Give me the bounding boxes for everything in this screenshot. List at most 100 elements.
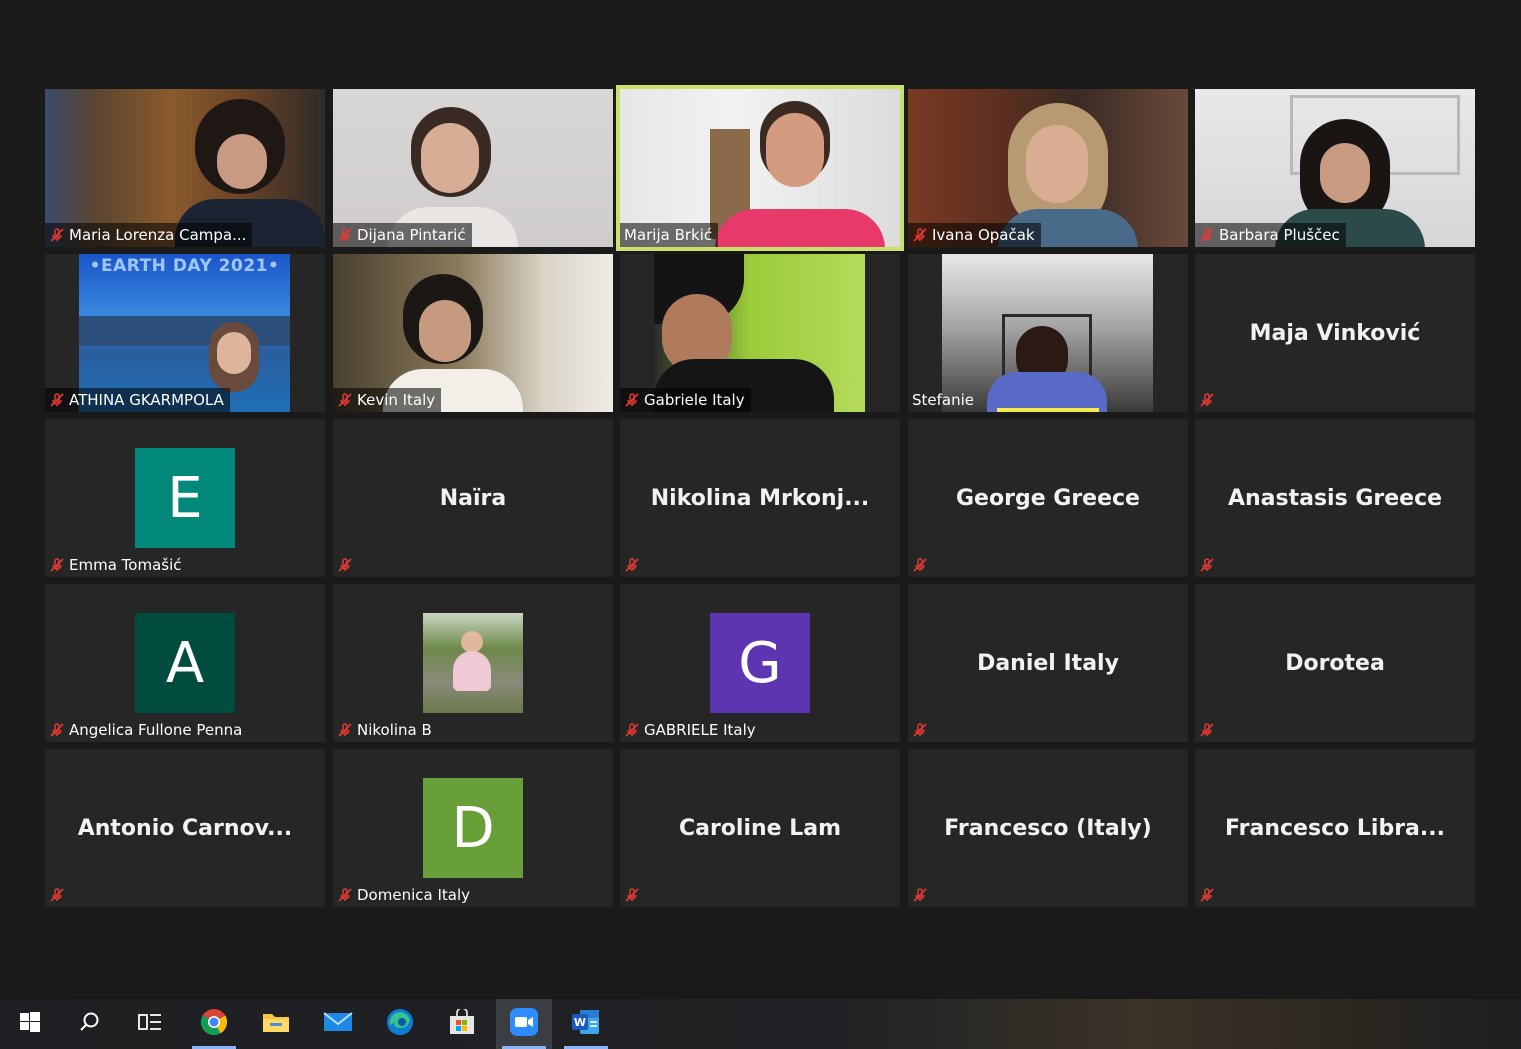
mic-muted-icon xyxy=(912,227,928,243)
mail-icon xyxy=(323,1011,353,1037)
participant-tile[interactable]: Anastasis Greece xyxy=(1195,419,1475,577)
participant-tile[interactable]: D Domenica Italy xyxy=(333,749,613,907)
participant-name-label: Dijana Pintarić xyxy=(333,223,472,247)
participant-name-label: ATHINA GKARMPOLA xyxy=(45,388,230,412)
mic-muted-icon xyxy=(337,557,353,573)
participant-display-name: Nikolina Mrkonj... xyxy=(650,485,870,511)
participant-name-label xyxy=(1195,883,1221,907)
task-view-icon xyxy=(138,1012,162,1036)
mic-muted-icon xyxy=(337,392,353,408)
participant-tile[interactable]: A Angelica Fullone Penna xyxy=(45,584,325,742)
word-taskbar-button[interactable]: W xyxy=(558,999,614,1049)
video-gallery: Maria Lorenza Campa... Dijana Pintarić M… xyxy=(0,0,1521,999)
participant-tile[interactable]: Dijana Pintarić xyxy=(333,89,613,247)
participant-name-label: Gabriele Italy xyxy=(620,388,751,412)
participant-tile[interactable]: Daniel Italy xyxy=(908,584,1188,742)
participant-tile[interactable]: •EARTH DAY 2021• ATHINA GKARMPOLA xyxy=(45,254,325,412)
participant-name-label: Nikolina B xyxy=(333,718,438,742)
windows-start-button[interactable] xyxy=(2,999,58,1049)
mic-muted-icon xyxy=(1199,392,1215,408)
participant-name-label xyxy=(45,883,71,907)
participant-tile[interactable]: Ivana Opačak xyxy=(908,89,1188,247)
mic-muted-icon xyxy=(624,557,640,573)
participant-name: Kevin Italy xyxy=(357,391,436,409)
participant-display-name: Francesco (Italy) xyxy=(944,815,1152,841)
mic-muted-icon xyxy=(337,227,353,243)
participant-name: Domenica Italy xyxy=(357,886,470,904)
mic-muted-icon xyxy=(1199,887,1215,903)
participant-display-name: Caroline Lam xyxy=(678,815,842,841)
store-taskbar-button[interactable] xyxy=(434,999,490,1049)
participant-tile[interactable]: Barbara Pluščec xyxy=(1195,89,1475,247)
mic-muted-icon xyxy=(1199,227,1215,243)
participant-name-label: GABRIELE Italy xyxy=(620,718,762,742)
edge-taskbar-button[interactable] xyxy=(372,999,428,1049)
mic-muted-icon xyxy=(624,722,640,738)
participant-name-label xyxy=(908,553,934,577)
participant-tile[interactable]: E Emma Tomašić xyxy=(45,419,325,577)
mic-muted-icon xyxy=(624,887,640,903)
participant-display-name: Naïra xyxy=(439,485,507,511)
participant-name: Barbara Pluščec xyxy=(1219,226,1340,244)
avatar: G xyxy=(710,613,810,713)
avatar-photo xyxy=(423,613,523,713)
participant-name-label xyxy=(908,718,934,742)
participant-display-name: Maja Vinković xyxy=(1249,320,1421,346)
participant-tile[interactable]: Antonio Carnov... xyxy=(45,749,325,907)
word-icon: W xyxy=(572,1009,600,1039)
participant-tile[interactable]: George Greece xyxy=(908,419,1188,577)
participant-name: Stefanie xyxy=(912,391,975,409)
participant-name-label: Angelica Fullone Penna xyxy=(45,718,248,742)
participant-name-label: Emma Tomašić xyxy=(45,553,188,577)
chrome-taskbar-button[interactable] xyxy=(186,999,242,1049)
participant-name: Angelica Fullone Penna xyxy=(69,721,243,739)
participant-name-label: Stefanie xyxy=(908,388,980,412)
participant-display-name: Antonio Carnov... xyxy=(77,815,293,841)
participant-name-label: Kevin Italy xyxy=(333,388,442,412)
participant-tile[interactable]: Francesco (Italy) xyxy=(908,749,1188,907)
participant-tile[interactable]: Dorotea xyxy=(1195,584,1475,742)
participant-tile[interactable]: Maja Vinković xyxy=(1195,254,1475,412)
participant-tile[interactable]: Maria Lorenza Campa... xyxy=(45,89,325,247)
participant-tile[interactable]: Kevin Italy xyxy=(333,254,613,412)
participant-display-name: Dorotea xyxy=(1285,650,1385,676)
participant-name-label: Ivana Opačak xyxy=(908,223,1041,247)
participant-tile[interactable]: Nikolina B xyxy=(333,584,613,742)
participant-name-label xyxy=(908,883,934,907)
mic-muted-icon xyxy=(49,887,65,903)
participant-tile[interactable]: Francesco Libra... xyxy=(1195,749,1475,907)
mail-taskbar-button[interactable] xyxy=(310,999,366,1049)
participant-name-label xyxy=(1195,718,1221,742)
participant-tile[interactable]: G GABRIELE Italy xyxy=(620,584,900,742)
participant-tile[interactable]: Naïra xyxy=(333,419,613,577)
taskbar: W xyxy=(0,999,1521,1049)
avatar: E xyxy=(135,448,235,548)
participant-name-label xyxy=(620,883,646,907)
edge-icon xyxy=(386,1008,414,1040)
participant-tile[interactable]: Nikolina Mrkonj... xyxy=(620,419,900,577)
participant-tile[interactable]: Gabriele Italy xyxy=(620,254,900,412)
participant-tile-active-speaker[interactable]: Marija Brkić xyxy=(616,85,904,251)
participant-display-name: Daniel Italy xyxy=(977,650,1119,676)
participant-name: Emma Tomašić xyxy=(69,556,182,574)
zoom-taskbar-button[interactable] xyxy=(496,999,552,1049)
mic-muted-icon xyxy=(337,887,353,903)
mic-muted-icon xyxy=(912,722,928,738)
participant-tile[interactable]: Stefanie xyxy=(908,254,1188,412)
mic-muted-icon xyxy=(49,557,65,573)
mic-muted-icon xyxy=(337,722,353,738)
participant-name-label: Marija Brkić xyxy=(620,223,719,247)
speaking-indicator xyxy=(997,408,1099,412)
search-button[interactable] xyxy=(62,999,118,1049)
mic-muted-icon xyxy=(624,392,640,408)
task-view-button[interactable] xyxy=(122,999,178,1049)
participant-tile[interactable]: Caroline Lam xyxy=(620,749,900,907)
participant-name-label: Domenica Italy xyxy=(333,883,476,907)
participant-name-label: Barbara Pluščec xyxy=(1195,223,1346,247)
file-explorer-icon xyxy=(262,1010,290,1038)
zoom-icon xyxy=(510,1008,538,1040)
participant-display-name: George Greece xyxy=(956,485,1140,511)
participant-name-label xyxy=(1195,388,1221,412)
participant-name-label: Maria Lorenza Campa... xyxy=(45,223,253,247)
file-explorer-taskbar-button[interactable] xyxy=(248,999,304,1049)
